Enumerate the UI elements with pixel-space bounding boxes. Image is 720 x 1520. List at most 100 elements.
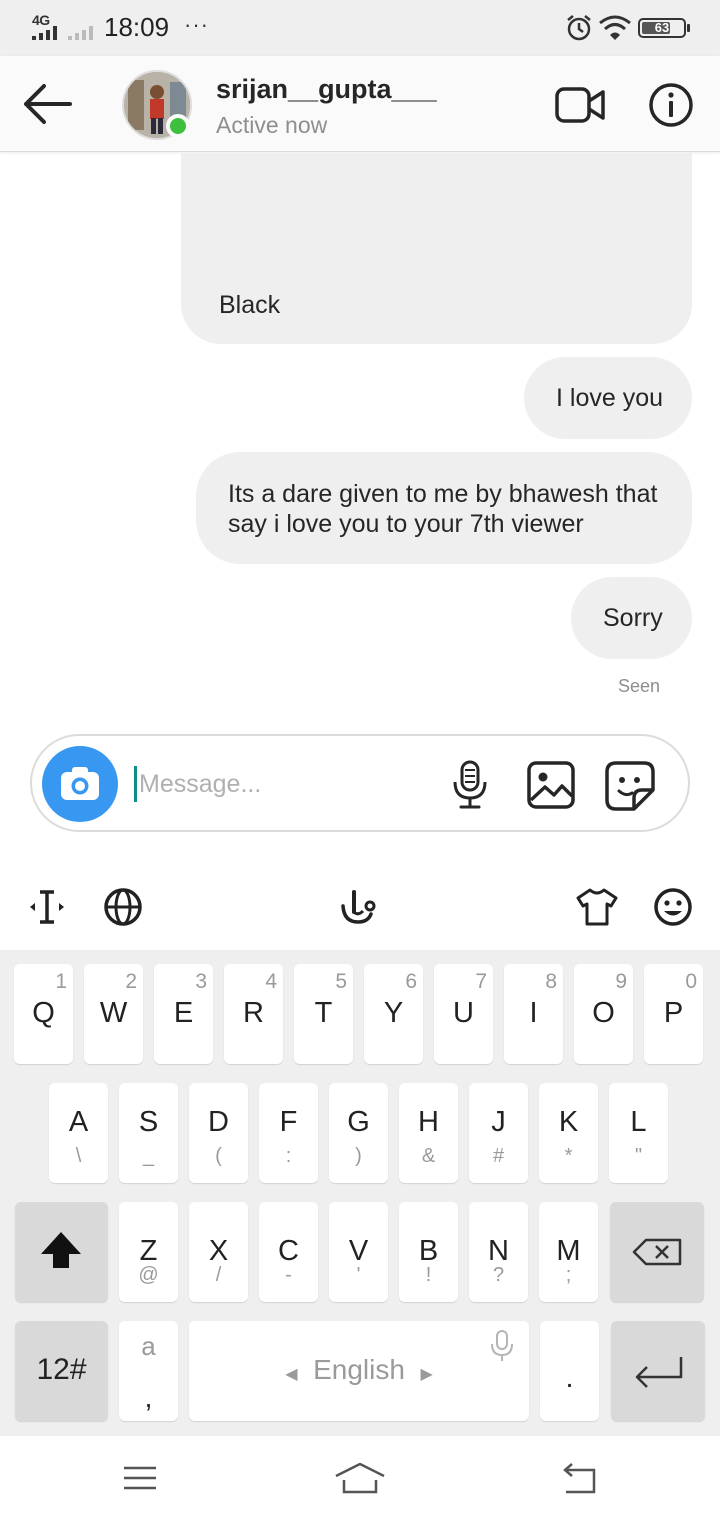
key-secondary-label: & bbox=[421, 1145, 436, 1167]
microphone-icon[interactable] bbox=[450, 760, 490, 810]
key-b[interactable]: B! bbox=[399, 1202, 458, 1302]
key-n[interactable]: N? bbox=[469, 1202, 528, 1302]
camera-button[interactable] bbox=[42, 746, 118, 822]
key-label: X bbox=[208, 1235, 229, 1267]
back-arrow-icon[interactable] bbox=[20, 82, 74, 126]
keyboard-language: English bbox=[313, 1354, 405, 1385]
comma-key[interactable]: a , bbox=[119, 1321, 178, 1421]
key-f[interactable]: F: bbox=[259, 1083, 318, 1183]
key-label: Z bbox=[139, 1235, 158, 1267]
key-o[interactable]: 9O bbox=[574, 964, 633, 1064]
key-secondary-label: ) bbox=[355, 1145, 362, 1167]
key-p[interactable]: 0P bbox=[644, 964, 703, 1064]
battery-level: 63 bbox=[654, 20, 670, 35]
globe-icon[interactable] bbox=[102, 886, 144, 928]
key-label: D bbox=[208, 1106, 229, 1138]
key-label: H bbox=[418, 1106, 439, 1138]
key-secondary-label: ( bbox=[215, 1145, 222, 1167]
message-composer bbox=[30, 734, 690, 832]
soft-keyboard: 1Q2W3E4R5T6Y7U8I9O0P A \ S _ D(F: G) H & J # K * L " … bbox=[0, 950, 720, 1436]
message-bubble[interactable]: I love you bbox=[524, 357, 692, 439]
key-x[interactable]: X / bbox=[189, 1202, 248, 1302]
shift-icon bbox=[41, 1232, 81, 1268]
menu-icon[interactable] bbox=[122, 1460, 158, 1496]
key-c[interactable]: C- bbox=[259, 1202, 318, 1302]
key-label: I bbox=[529, 997, 538, 1029]
key-q[interactable]: 1Q bbox=[14, 964, 73, 1064]
key-secondary-label: 8 bbox=[545, 970, 557, 993]
back-icon[interactable] bbox=[560, 1460, 598, 1496]
profile-avatar[interactable] bbox=[122, 70, 192, 140]
seen-receipt: Seen bbox=[618, 676, 661, 696]
shift-key[interactable] bbox=[15, 1202, 108, 1302]
more-notifications-icon: ··· bbox=[184, 12, 209, 37]
key-secondary-label: 6 bbox=[405, 970, 417, 993]
key-label: W bbox=[99, 997, 128, 1029]
key-label: Q bbox=[32, 997, 55, 1029]
key-label: K bbox=[558, 1106, 579, 1138]
key-a[interactable]: A \ bbox=[49, 1083, 108, 1183]
gesture-icon[interactable] bbox=[338, 886, 380, 928]
signal-icon-secondary bbox=[68, 26, 93, 40]
enter-key[interactable] bbox=[611, 1321, 705, 1421]
key-label: N bbox=[488, 1235, 509, 1267]
key-secondary-label: 4 bbox=[265, 970, 277, 993]
key-u[interactable]: 7U bbox=[434, 964, 493, 1064]
sticker-icon[interactable] bbox=[604, 760, 656, 812]
chat-username[interactable]: srijan__gupta___ bbox=[216, 74, 437, 105]
active-status: Active now bbox=[216, 112, 328, 138]
key-secondary-label: 3 bbox=[195, 970, 207, 993]
key-e[interactable]: 3E bbox=[154, 964, 213, 1064]
key-g[interactable]: G) bbox=[329, 1083, 388, 1183]
right-caret-icon: ▶ bbox=[420, 1366, 433, 1383]
key-r[interactable]: 4R bbox=[224, 964, 283, 1064]
space-key-label: ◀ English ▶ bbox=[189, 1353, 529, 1392]
key-v[interactable]: V ' bbox=[329, 1202, 388, 1302]
numbers-symbols-key[interactable]: 12# bbox=[15, 1321, 108, 1421]
message-bubble[interactable]: Black bbox=[181, 153, 692, 344]
theme-shirt-icon[interactable] bbox=[576, 886, 618, 928]
message-list: Black I love you Its a dare given to me … bbox=[0, 153, 720, 713]
space-key[interactable]: ◀ English ▶ bbox=[189, 1321, 529, 1421]
cursor-icon[interactable] bbox=[26, 886, 68, 928]
message-input[interactable] bbox=[134, 766, 434, 802]
comma-key-label: , bbox=[144, 1382, 153, 1413]
key-secondary-label: ! bbox=[425, 1264, 432, 1286]
key-label: T bbox=[314, 997, 333, 1029]
key-label: S bbox=[138, 1106, 159, 1138]
message-text: Its a dare given to me by bhawesh that s… bbox=[228, 480, 658, 538]
key-k[interactable]: K * bbox=[539, 1083, 598, 1183]
key-z[interactable]: Z @ bbox=[119, 1202, 178, 1302]
key-l[interactable]: L " bbox=[609, 1083, 668, 1183]
message-bubble[interactable]: Sorry bbox=[571, 577, 692, 659]
key-secondary-label: \ bbox=[75, 1145, 82, 1167]
signal-icon bbox=[32, 26, 57, 40]
key-secondary-label: " bbox=[634, 1145, 643, 1167]
backspace-key[interactable] bbox=[610, 1202, 704, 1302]
key-secondary-label: @ bbox=[138, 1264, 159, 1286]
gallery-icon[interactable] bbox=[526, 760, 576, 810]
home-icon[interactable] bbox=[334, 1460, 386, 1496]
key-i[interactable]: 8I bbox=[504, 964, 563, 1064]
period-key[interactable]: . bbox=[540, 1321, 599, 1421]
key-w[interactable]: 2W bbox=[84, 964, 143, 1064]
key-secondary-label: * bbox=[564, 1145, 573, 1167]
key-label: C bbox=[278, 1235, 299, 1267]
key-secondary-label: : bbox=[285, 1145, 292, 1167]
key-j[interactable]: J # bbox=[469, 1083, 528, 1183]
key-t[interactable]: 5T bbox=[294, 964, 353, 1064]
key-d[interactable]: D( bbox=[189, 1083, 248, 1183]
key-m[interactable]: M; bbox=[539, 1202, 598, 1302]
info-icon[interactable] bbox=[648, 82, 694, 128]
key-s[interactable]: S _ bbox=[119, 1083, 178, 1183]
key-y[interactable]: 6Y bbox=[364, 964, 423, 1064]
online-status-dot bbox=[166, 114, 190, 138]
key-label: Y bbox=[383, 997, 404, 1029]
message-text: Sorry bbox=[603, 604, 663, 632]
message-bubble[interactable]: Its a dare given to me by bhawesh that s… bbox=[196, 452, 692, 564]
key-h[interactable]: H & bbox=[399, 1083, 458, 1183]
video-call-icon[interactable] bbox=[554, 84, 606, 126]
emoji-icon[interactable] bbox=[652, 886, 694, 928]
key-label: R bbox=[243, 997, 264, 1029]
key-label: M bbox=[556, 1235, 581, 1267]
